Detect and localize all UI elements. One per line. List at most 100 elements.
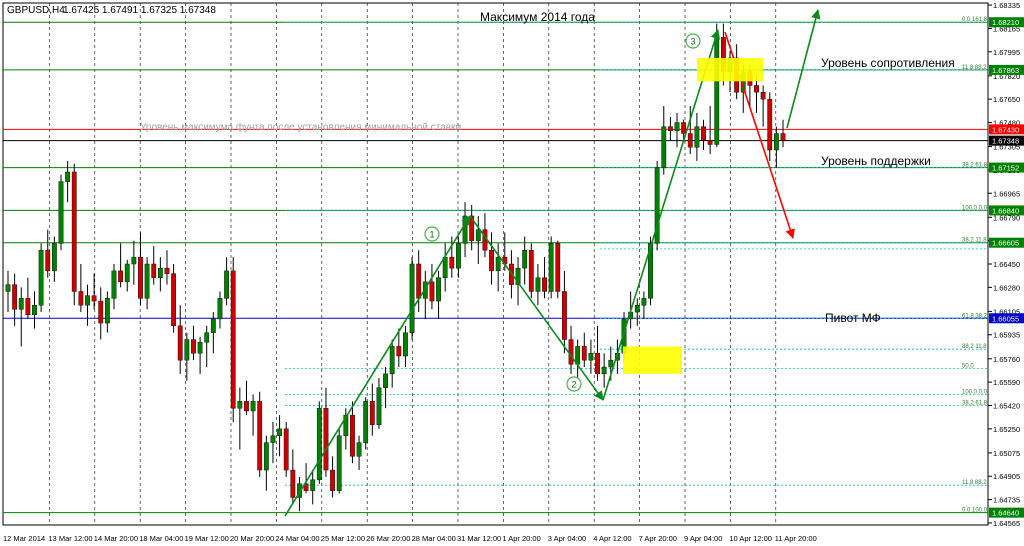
candle-body — [283, 428, 289, 471]
candle-body — [257, 401, 263, 471]
time-label: 28 Mar 04:00 — [412, 534, 456, 543]
price-tick-label: 1.65250 — [993, 425, 1020, 434]
candle-body — [403, 332, 408, 357]
candle-body — [383, 373, 388, 388]
time-label: 7 Apr 20:00 — [639, 534, 677, 543]
candle-body — [674, 122, 680, 131]
candle-body — [310, 479, 316, 491]
candle-body — [363, 401, 369, 443]
candle-body — [601, 366, 607, 375]
candle-body — [224, 270, 229, 299]
candle-body — [151, 263, 157, 278]
candle-body — [356, 442, 362, 457]
level-tag-label: 1.68210 — [992, 18, 1019, 27]
price-tick-label: 1.64565 — [993, 519, 1020, 528]
candle-body — [376, 387, 382, 425]
level-tag-label: 1.67863 — [992, 66, 1019, 75]
fib-label: 61.8 38.2 — [962, 313, 988, 319]
candle-body — [277, 428, 282, 436]
candle-body — [562, 291, 567, 340]
candle-body — [45, 250, 51, 272]
candle-body — [634, 305, 640, 313]
time-label: 20 Mar 20:00 — [230, 534, 274, 543]
candle-body — [78, 291, 84, 306]
fib-label: 88.2 11.8 — [962, 344, 987, 350]
time-label: 26 Mar 20:00 — [366, 534, 410, 543]
time-label: 18 Mar 04:00 — [139, 534, 183, 543]
candle-body — [714, 37, 720, 145]
price-tick-label: 1.65760 — [993, 355, 1020, 364]
price-tick-label: 1.64735 — [993, 496, 1020, 505]
header-symbol: GBPUSD,H4 — [7, 5, 65, 16]
candle-body — [98, 300, 104, 324]
candle-body — [595, 353, 600, 375]
price-tick-label: 1.66965 — [993, 189, 1020, 198]
candle-body — [204, 332, 210, 343]
chart-annotation: Пивот МФ — [825, 311, 881, 325]
price-tick-label: 1.66280 — [993, 283, 1020, 292]
candle-body — [85, 295, 90, 306]
candle-body — [12, 284, 18, 310]
candle-body — [542, 277, 547, 292]
price-tick-label: 1.65935 — [993, 331, 1020, 340]
time-label: 19 Mar 12:00 — [185, 534, 229, 543]
time-label: 1 Apr 20:00 — [502, 534, 540, 543]
fib-label: 50.0 — [962, 363, 974, 369]
candle-body — [707, 140, 713, 145]
candle-body — [475, 229, 481, 241]
price-tick-label: 1.65590 — [993, 378, 1020, 387]
time-label: 10 Apr 12:00 — [729, 534, 772, 543]
candle-body — [38, 250, 44, 306]
time-label: 13 Mar 12:00 — [48, 534, 92, 543]
candle-body — [760, 92, 766, 100]
candle-body — [71, 171, 77, 292]
fib-label: 0.0 100.0 — [962, 508, 988, 514]
price-tick-label: 1.67995 — [993, 48, 1020, 57]
candle-body — [197, 342, 203, 354]
candle-body — [118, 270, 124, 283]
candle-body — [91, 295, 97, 302]
candle-body — [330, 469, 335, 491]
candle-body — [641, 298, 647, 306]
candle-body — [780, 133, 786, 141]
candle-body — [754, 85, 759, 93]
chart-annotation: Уровень поддержки — [821, 154, 931, 168]
candle-body — [456, 243, 461, 269]
level-tag-label: 1.67348 — [992, 137, 1019, 146]
candle-body — [191, 339, 196, 354]
candle-body — [608, 359, 614, 368]
price-tick-label: 1.68335 — [993, 1, 1020, 10]
candle-body — [568, 339, 574, 365]
candle-body — [687, 133, 693, 148]
level-tag-label: 1.64640 — [992, 509, 1019, 518]
price-tick-label: 1.65075 — [993, 449, 1020, 458]
candle-body — [32, 305, 37, 316]
candle-body — [131, 256, 137, 265]
candle-body — [244, 401, 249, 412]
candle-body — [290, 469, 296, 498]
candle-body — [694, 126, 700, 148]
candle-body — [436, 277, 441, 302]
price-chart[interactable]: 0.0 161.8 11.8 88.2 38.2 61.8 100.0 0.0 38.2… — [0, 0, 1024, 546]
wave-marker-label: 2 — [571, 380, 576, 390]
candle-body — [5, 284, 11, 292]
candle-body — [336, 435, 342, 491]
highlight-box — [697, 57, 763, 82]
candle-body — [528, 250, 534, 292]
candle-body — [409, 263, 415, 333]
time-label: 11 Apr 20:00 — [775, 534, 817, 543]
candle-body — [65, 171, 71, 182]
time-label: 24 Mar 04:00 — [275, 534, 319, 543]
fib-label: 100.0 0.0 — [962, 390, 988, 396]
candle-body — [767, 98, 773, 151]
candle-body — [217, 298, 223, 320]
fib-label: 38.2 61.8 — [962, 163, 988, 169]
header-ohlc: 1.67425 1.67491 1.67325 1.67348 — [63, 5, 216, 16]
price-tick-label: 1.66450 — [993, 260, 1020, 269]
candle-body — [138, 256, 143, 299]
candle-body — [535, 277, 541, 292]
fib-label: 100.0 0.0 — [962, 205, 988, 211]
wave-marker-label: 3 — [690, 37, 695, 47]
candle-body — [270, 435, 276, 443]
candle-body — [171, 273, 176, 327]
